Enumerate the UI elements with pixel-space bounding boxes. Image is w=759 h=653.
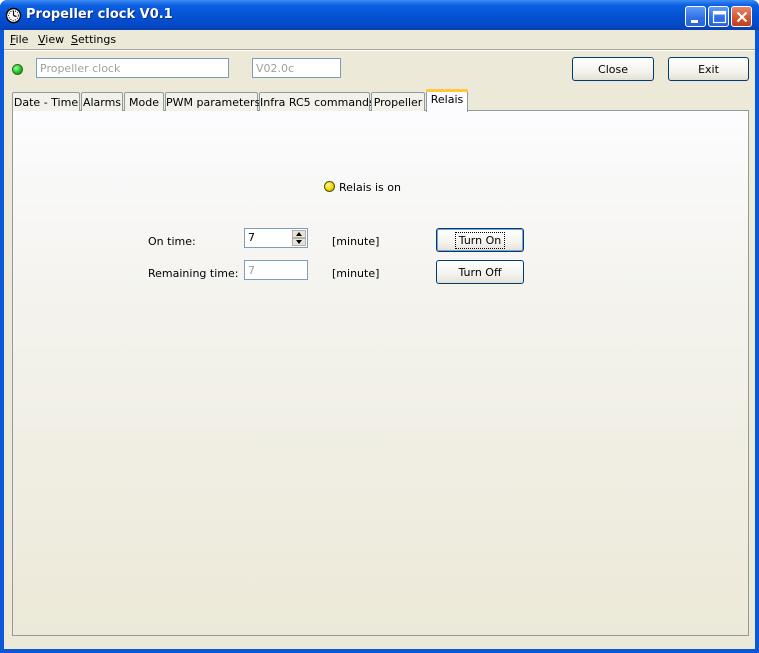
remaining-time-field: 7 (244, 260, 308, 280)
relais-status-text: Relais is on (339, 181, 401, 194)
menu-view[interactable]: View (38, 33, 64, 46)
tab-alarms[interactable]: Alarms (81, 92, 123, 111)
connection-status-led-icon (12, 64, 23, 75)
turn-on-button[interactable]: Turn On (436, 228, 524, 252)
remaining-time-unit: [minute] (332, 267, 380, 280)
device-name-field[interactable]: Propeller clock (36, 58, 229, 78)
remaining-time-label: Remaining time: (148, 267, 239, 280)
minimize-icon (691, 20, 698, 23)
client-area: File View Settings Propeller clock V02.0… (4, 30, 755, 649)
maximize-button[interactable] (708, 6, 729, 27)
relais-status-led-icon (324, 181, 335, 192)
tab-mode[interactable]: Mode (124, 92, 164, 111)
menu-file[interactable]: File (10, 33, 28, 46)
tab-propeller[interactable]: Propeller (371, 92, 425, 111)
tab-relais[interactable]: Relais (426, 89, 468, 112)
on-time-label: On time: (148, 235, 196, 248)
stepper-arrows (292, 230, 306, 246)
relais-tab-panel: Relais is on On time: 7 [minute] Remaini… (12, 110, 749, 636)
on-time-unit: [minute] (332, 235, 380, 248)
close-icon (736, 11, 748, 23)
minimize-button[interactable] (685, 6, 706, 27)
turn-off-button[interactable]: Turn Off (436, 260, 524, 284)
tab-infra-rc5-commands[interactable]: Infra RC5 commands (259, 92, 375, 111)
clock-icon (5, 7, 22, 24)
arrow-up-icon (296, 232, 302, 236)
menu-settings[interactable]: Settings (71, 33, 116, 46)
tab-pwm-parameters[interactable]: PWM parameters (165, 92, 260, 111)
title-bar[interactable]: Propeller clock V0.1 (0, 0, 759, 30)
stepper-up-button[interactable] (292, 230, 306, 238)
close-button[interactable]: Close (572, 57, 654, 81)
app-window: Propeller clock V0.1 File View Settings (0, 0, 759, 653)
stepper-down-button[interactable] (292, 238, 306, 246)
version-field[interactable]: V02.0c (252, 58, 341, 78)
window-close-button[interactable] (731, 6, 752, 27)
arrow-down-icon (296, 240, 302, 244)
on-time-value: 7 (248, 231, 255, 244)
tab-date-time[interactable]: Date - Time (12, 92, 80, 111)
menu-separator (4, 49, 755, 51)
exit-button[interactable]: Exit (668, 57, 749, 81)
maximize-icon (712, 10, 727, 24)
window-title: Propeller clock V0.1 (26, 7, 173, 22)
on-time-stepper[interactable]: 7 (244, 228, 308, 248)
menu-bar: File View Settings (4, 30, 755, 49)
